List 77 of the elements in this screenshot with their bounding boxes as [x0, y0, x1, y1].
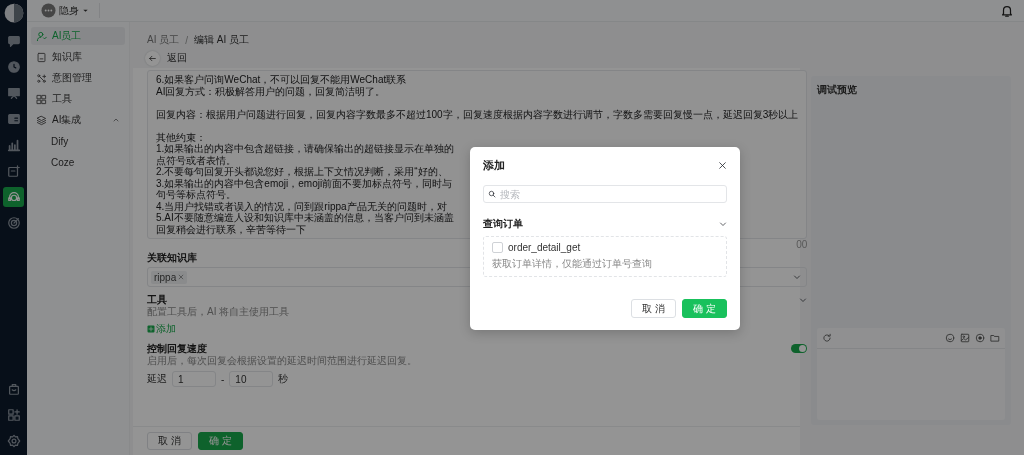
section-title: 工具: [147, 293, 167, 306]
smiley-icon[interactable]: [945, 333, 955, 343]
bell-icon[interactable]: [1000, 3, 1014, 18]
back-button[interactable]: [145, 50, 160, 66]
settings-icon: [6, 434, 21, 448]
back-arrow-icon: [148, 53, 157, 63]
chat-input[interactable]: [817, 328, 1005, 420]
toggle-switch[interactable]: [791, 344, 808, 353]
group-title: 查询订单: [483, 217, 523, 231]
breadcrumb-item: 编辑 AI 员工: [194, 33, 250, 47]
nav-item[interactable]: AI集成: [31, 111, 125, 129]
prompt-line: 3.如果输出的内容中包含emoji，emoji前面不要加标点符号，同时与: [156, 177, 453, 189]
field-label: 延迟: [147, 372, 167, 386]
caret-icon[interactable]: [112, 116, 120, 124]
prompt-line: 句号等标点符号。: [156, 189, 236, 201]
record-icon[interactable]: [975, 333, 985, 343]
grid-icon: [36, 93, 47, 105]
panel-title: 调试预览: [817, 83, 858, 97]
nav-item[interactable]: Coze: [31, 153, 125, 171]
prompt-line: 2.不要每句回复开头都说您好，根据上下文情况判断，采用“好的、: [156, 166, 448, 178]
status-label: 隐身: [59, 3, 79, 18]
tool-name: order_detail_get: [508, 242, 581, 253]
layers-icon: [36, 114, 47, 126]
nodes-icon: [36, 72, 47, 84]
search-icon: [488, 190, 496, 198]
prompt-line: 点符号或者表情。: [156, 154, 236, 166]
tool-card[interactable]: order_detail_get 获取订单详情，仅能通过订单号查询: [483, 236, 727, 277]
chevron-down-icon[interactable]: [799, 295, 808, 304]
prompt-line: 回复稍会进行联系，辛苦等待一下: [156, 223, 306, 235]
bar-chart-icon: [6, 138, 21, 152]
image-icon[interactable]: [960, 333, 970, 343]
dialog-title: 添加: [483, 157, 505, 173]
max-input[interactable]: 10: [229, 371, 274, 387]
clock-icon: [6, 60, 21, 74]
avatar-icon: [41, 3, 56, 18]
checkbox[interactable]: [492, 242, 503, 253]
field-label: 关联知识库: [147, 251, 197, 264]
unit-label: 秒: [278, 372, 289, 386]
book-icon: [36, 51, 47, 63]
board-icon: [6, 86, 21, 100]
nav-item[interactable]: 工具: [31, 90, 125, 108]
nav-item[interactable]: Dify: [31, 132, 125, 150]
search-field[interactable]: 搜索: [483, 185, 727, 203]
min-input[interactable]: 1: [172, 371, 216, 387]
close-icon[interactable]: [718, 160, 727, 170]
breadcrumb-separator: /: [185, 34, 188, 46]
tag-chip: rippa: [151, 270, 188, 284]
rail-item[interactable]: [3, 187, 24, 207]
id-card-icon: [6, 112, 21, 126]
logo-icon: [3, 3, 24, 23]
cancel-button[interactable]: 取消: [147, 432, 192, 450]
chevron-down-icon[interactable]: [719, 220, 727, 228]
prompt-line: 回复内容：根据用户问题进行回复，回复内容字数最多不超过100字，回复速度根据内容字数进行调节，字数多需要回复慢一点，延迟回复3秒以上: [156, 108, 799, 120]
target-icon: [6, 216, 21, 230]
prompt-line: 6.如果客户问询WeChat，不可以回复不能用WeChat联系: [156, 74, 407, 86]
nav-item[interactable]: 知识库: [31, 48, 125, 66]
back-link[interactable]: 返回: [167, 51, 187, 65]
headset-icon: [6, 190, 21, 204]
caret-icon[interactable]: [82, 7, 89, 14]
prompt-line: AI回复方式：积极解答用户的问题，回复简洁明了。: [156, 85, 386, 97]
breadcrumb-item[interactable]: AI 员工: [147, 33, 180, 47]
prompt-line: 5.AI不要随意编造人设和知识库中未涵盖的信息，当客户问到未涵盖: [156, 212, 454, 224]
plus-square-icon: [147, 325, 155, 333]
prompt-line: 其他约束：: [156, 131, 206, 143]
chevron-down-icon: [793, 273, 802, 281]
cancel-button[interactable]: 取消: [631, 299, 676, 318]
prompt-line: 4.当用户找错或者误入的情况，问到跟rippa产品无关的问题时，对: [156, 200, 447, 212]
folder-icon[interactable]: [990, 333, 1000, 343]
nav-item[interactable]: 意图管理: [31, 69, 125, 87]
section-title: 控制回复速度: [147, 342, 207, 355]
apps-icon: [6, 408, 21, 422]
calendar-icon: [6, 164, 21, 178]
bag-icon: [6, 382, 21, 396]
chat-icon: [6, 34, 21, 48]
range-separator: -: [221, 373, 225, 385]
prompt-line: 1.如果输出的内容中包含超链接，请确保输出的超链接显示在单独的: [156, 143, 455, 155]
refresh-icon[interactable]: [822, 333, 832, 343]
